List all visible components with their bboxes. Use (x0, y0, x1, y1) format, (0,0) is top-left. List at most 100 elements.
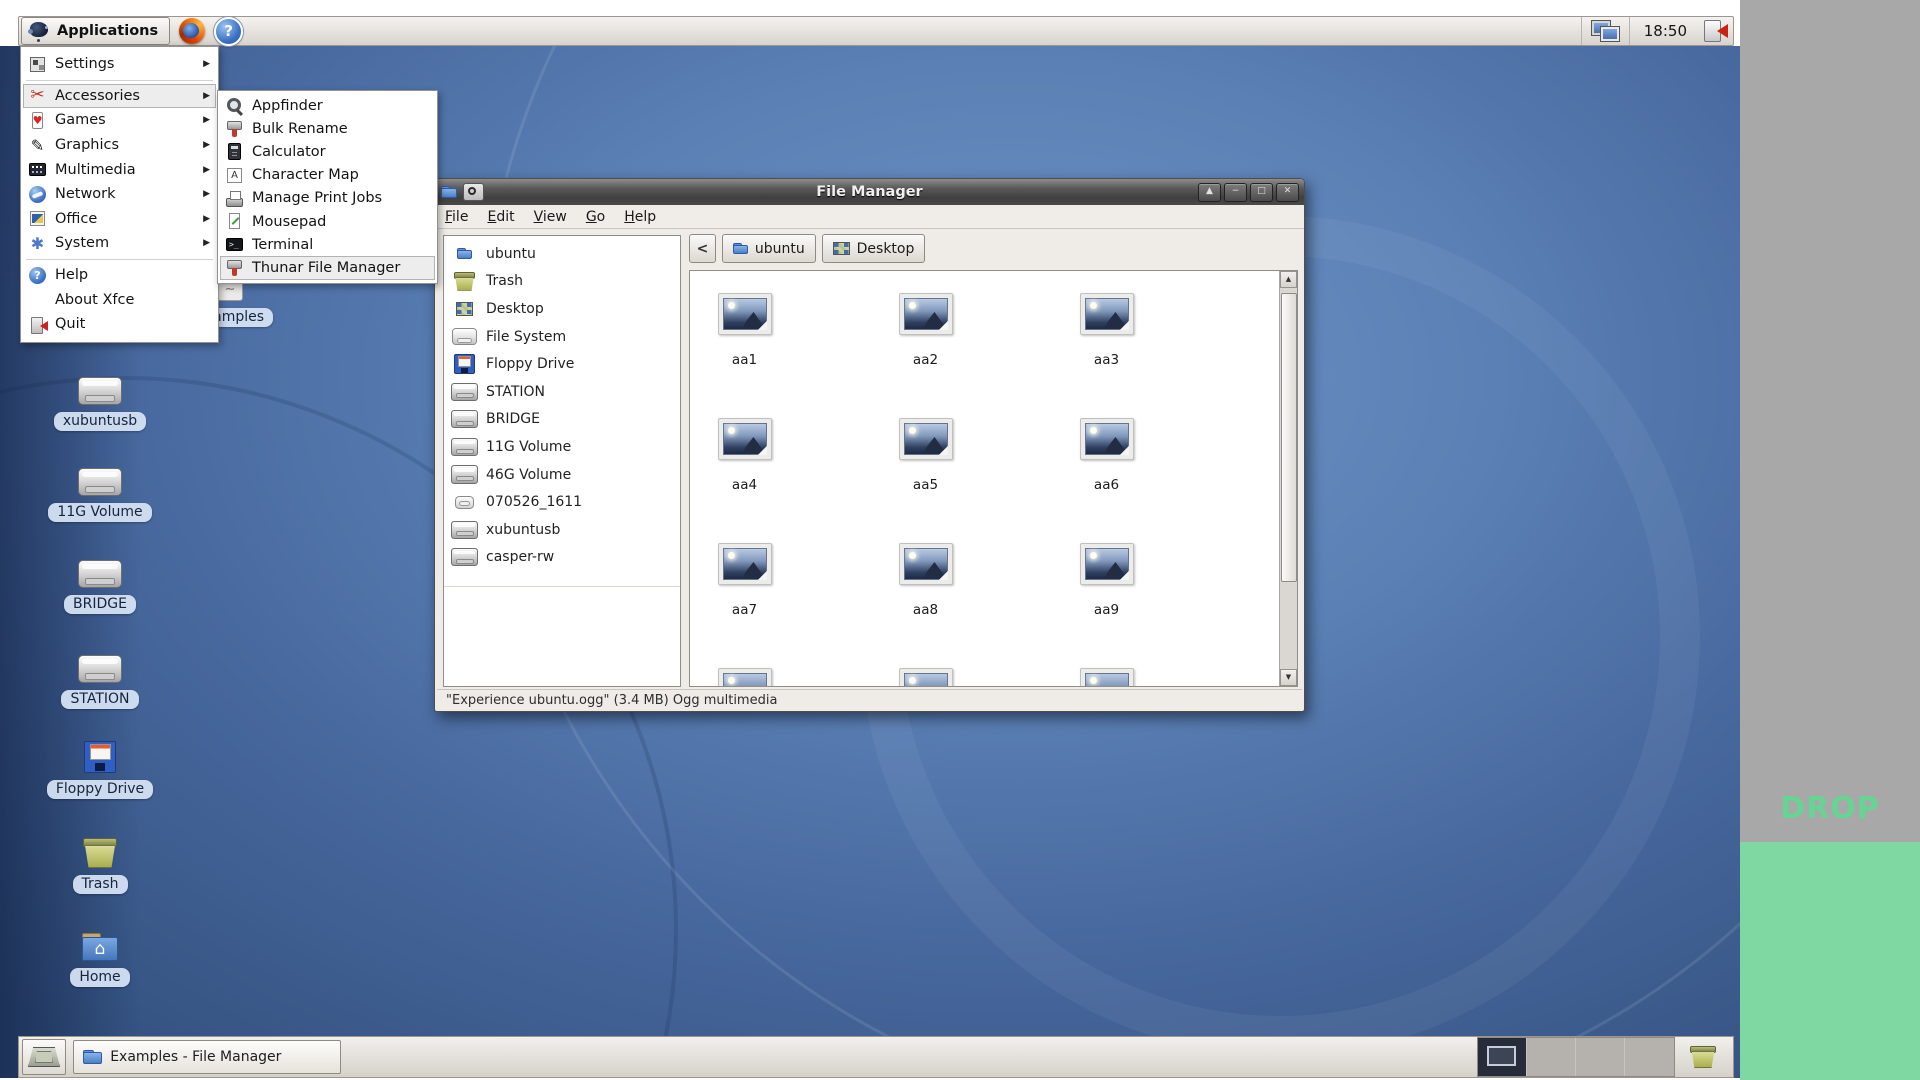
workspace-1[interactable] (1478, 1038, 1527, 1076)
submenu-item[interactable]: Mousepad (220, 210, 435, 233)
applications-menu: Settings ▶ Accessories ▶ Games (20, 46, 219, 343)
network-icon[interactable] (1592, 21, 1619, 41)
minimize-button[interactable]: − (1224, 183, 1247, 202)
scroll-up-arrow-icon[interactable]: ▲ (1280, 271, 1297, 288)
sidebar-item[interactable]: 070526_1611 (444, 488, 680, 516)
drive-icon (78, 468, 122, 496)
menu-item[interactable]: Graphics ▶ (23, 133, 216, 158)
desktop-icon[interactable]: xubuntusb (30, 367, 170, 431)
titlebar[interactable]: File Manager ▲ − □ ✕ (435, 179, 1304, 205)
menu-item-icon (28, 160, 47, 179)
menu-item[interactable]: Settings ▶ (23, 52, 216, 77)
menu-item[interactable]: Accessories ▶ (23, 84, 216, 109)
scrollbar-thumb[interactable] (1281, 293, 1297, 582)
sidebar-item[interactable]: ubuntu (444, 240, 680, 268)
file-item[interactable] (872, 668, 1053, 686)
desktop-icon[interactable]: 11G Volume (30, 458, 170, 522)
desktop-icon[interactable]: STATION (30, 645, 170, 709)
sidebar-item[interactable]: Desktop (444, 295, 680, 323)
file-item[interactable]: aa7 (691, 543, 872, 668)
path-button-desktop[interactable]: Desktop (822, 234, 926, 263)
submenu-arrow-icon: ▶ (203, 165, 210, 175)
scroll-down-arrow-icon[interactable]: ▼ (1280, 669, 1297, 686)
submenu-item[interactable]: Calculator (220, 140, 435, 163)
shade-button[interactable]: ▲ (1198, 183, 1221, 202)
file-item[interactable]: aa8 (872, 543, 1053, 668)
menubar-item[interactable]: Go (586, 209, 605, 225)
file-item-label: aa4 (732, 477, 757, 493)
submenu-item[interactable]: Appfinder (220, 94, 435, 117)
menu-item[interactable]: Help (23, 263, 216, 288)
sidebar-item-icon (451, 270, 478, 292)
help-icon[interactable] (214, 17, 243, 46)
file-item[interactable]: aa6 (1053, 418, 1234, 543)
image-file-icon (1080, 543, 1134, 585)
menubar-item[interactable]: File (445, 209, 468, 225)
file-item[interactable]: aa9 (1053, 543, 1234, 668)
task-button[interactable]: Examples - File Manager (73, 1040, 341, 1074)
menu-item[interactable]: About Xfce (23, 287, 216, 312)
submenu-item[interactable]: Bulk Rename (220, 117, 435, 140)
sidebar-item[interactable]: Floppy Drive (444, 350, 680, 378)
vertical-scrollbar[interactable]: ▲ ▼ (1279, 271, 1297, 686)
file-item[interactable]: aa5 (872, 418, 1053, 543)
file-item[interactable] (1053, 668, 1234, 686)
sidebar-item[interactable]: 11G Volume (444, 433, 680, 461)
menu-item[interactable]: Network ▶ (23, 182, 216, 207)
sidebar-item-label: STATION (486, 384, 545, 400)
sidebar-item[interactable]: casper-rw (444, 544, 680, 572)
submenu-arrow-icon: ▶ (203, 189, 210, 199)
thumbnail-sun (1090, 677, 1097, 684)
workspace-4[interactable] (1625, 1038, 1674, 1076)
menu-item-icon (28, 209, 47, 228)
maximize-button[interactable]: □ (1250, 183, 1273, 202)
desktop-icon[interactable]: Home (30, 923, 170, 987)
menu-item[interactable]: Games ▶ (23, 108, 216, 133)
workspace-2[interactable] (1527, 1038, 1576, 1076)
desktop-icon-label: BRIDGE (64, 595, 136, 614)
desktop-icon[interactable]: Trash (30, 830, 170, 894)
menubar-item[interactable]: View (534, 209, 567, 225)
sidebar-item[interactable]: File System (444, 323, 680, 351)
file-item[interactable]: aa4 (691, 418, 872, 543)
trash-applet[interactable] (1685, 1039, 1721, 1075)
desktop-icon[interactable]: Floppy Drive (30, 735, 170, 799)
submenu-item-icon (225, 166, 244, 185)
file-item[interactable] (691, 668, 872, 686)
menu-item[interactable]: Quit (23, 312, 216, 337)
file-item-label: aa9 (1094, 602, 1119, 618)
show-desktop-button[interactable] (22, 1039, 66, 1075)
sidebar-item[interactable]: STATION (444, 378, 680, 406)
thumbnail-sun (909, 552, 916, 559)
menu-item[interactable]: System ▶ (23, 231, 216, 256)
submenu-item[interactable]: Terminal (220, 233, 435, 256)
menubar-item[interactable]: Edit (487, 209, 514, 225)
image-file-icon (899, 668, 953, 686)
firefox-icon[interactable] (179, 18, 205, 44)
desktop-icon (833, 242, 850, 255)
sidebar-item[interactable]: BRIDGE (444, 406, 680, 434)
menubar-item[interactable]: Help (624, 209, 656, 225)
submenu-item[interactable]: Manage Print Jobs (220, 187, 435, 210)
path-button-ubuntu[interactable]: ubuntu (722, 234, 816, 263)
applications-menu-button[interactable]: Applications (21, 17, 170, 45)
submenu-item[interactable]: Thunar File Manager (220, 256, 435, 279)
drop-zone[interactable] (1740, 842, 1920, 1080)
logout-icon[interactable] (1703, 19, 1727, 43)
workspace-3[interactable] (1576, 1038, 1625, 1076)
submenu-item[interactable]: Character Map (220, 164, 435, 187)
menu-item[interactable]: Office ▶ (23, 207, 216, 232)
file-item[interactable]: aa2 (872, 293, 1053, 418)
sidebar-item[interactable]: 46G Volume (444, 461, 680, 489)
menu-item[interactable]: Multimedia ▶ (23, 157, 216, 182)
close-button[interactable]: ✕ (1276, 183, 1299, 202)
file-item[interactable]: aa3 (1053, 293, 1234, 418)
sidebar-item[interactable]: xubuntusb (444, 516, 680, 544)
sidebar-item-icon (451, 436, 478, 458)
sidebar-item[interactable]: Trash (444, 268, 680, 296)
desktop-icon[interactable]: BRIDGE (30, 550, 170, 614)
back-button[interactable]: < (689, 234, 716, 263)
file-item[interactable]: aa1 (691, 293, 872, 418)
menu-item-icon (28, 290, 47, 309)
window-menu-button[interactable] (463, 183, 484, 201)
